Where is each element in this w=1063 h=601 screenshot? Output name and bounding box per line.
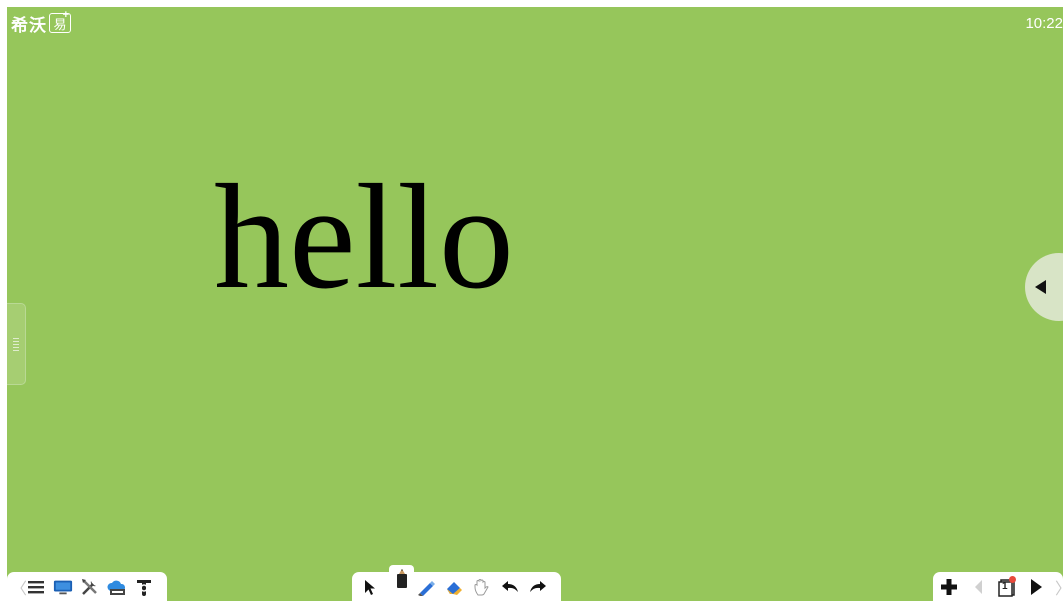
middle-toolbar — [352, 565, 561, 601]
page-counter-icon[interactable]: 1 — [997, 575, 1016, 597]
prev-page-icon[interactable] — [968, 577, 987, 597]
expand-chevron-icon[interactable]: 〉 — [1055, 575, 1063, 599]
left-toolbar: 〈 — [7, 572, 167, 601]
pen-icon[interactable] — [389, 565, 414, 593]
page-number: 1 — [1002, 580, 1008, 592]
collapse-chevron-icon[interactable]: 〈 — [11, 575, 27, 599]
eraser-icon[interactable] — [444, 577, 464, 597]
add-page-icon[interactable] — [939, 577, 958, 597]
desktop-icon[interactable] — [53, 577, 73, 597]
tools-icon[interactable] — [80, 577, 100, 597]
right-panel-handle[interactable] — [1025, 253, 1063, 321]
select-arrow-icon[interactable] — [360, 577, 380, 597]
left-panel-handle[interactable] — [7, 303, 26, 385]
menu-icon[interactable] — [26, 577, 46, 597]
grip-icon — [13, 337, 19, 351]
page-badge — [1009, 575, 1016, 583]
collapse-left-arrow-icon — [1035, 280, 1046, 294]
logo-plus: + — [62, 9, 69, 21]
canvas-text[interactable]: hello — [214, 162, 514, 312]
whiteboard-canvas[interactable]: 希沃 易 + 10:22 hello 〈 1 — [7, 7, 1063, 601]
logo-text: 希沃 — [11, 15, 47, 35]
text-recognition-icon[interactable] — [134, 577, 154, 597]
next-page-icon[interactable] — [1026, 577, 1045, 597]
clock: 10:22 — [1025, 15, 1063, 32]
hand-icon[interactable] — [472, 577, 492, 597]
undo-icon[interactable] — [500, 577, 520, 597]
logo-mark: 易 + — [49, 9, 71, 33]
right-toolbar: 1 〉 — [933, 572, 1063, 601]
highlighter-icon[interactable] — [416, 577, 436, 597]
redo-icon[interactable] — [528, 577, 548, 597]
app-logo: 希沃 易 + — [11, 9, 71, 35]
cloud-upload-icon[interactable] — [107, 577, 127, 597]
